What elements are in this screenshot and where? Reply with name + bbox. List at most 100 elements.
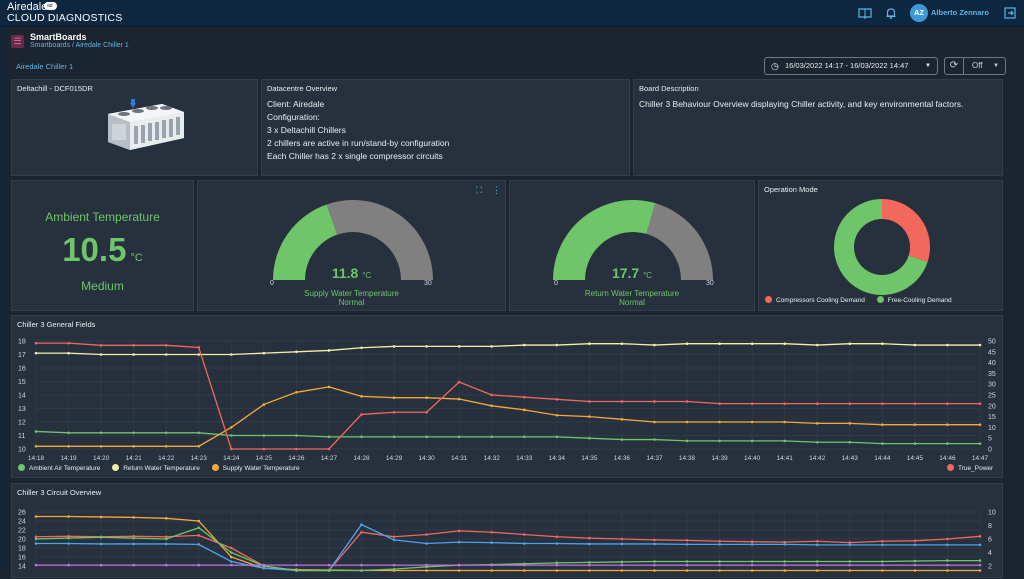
data-point[interactable] xyxy=(34,430,38,433)
data-point[interactable] xyxy=(653,569,656,572)
data-point[interactable] xyxy=(99,431,103,435)
data-point[interactable] xyxy=(457,435,461,439)
data-point[interactable] xyxy=(881,543,884,547)
data-point[interactable] xyxy=(555,398,559,401)
data-point[interactable] xyxy=(230,551,233,554)
data-point[interactable] xyxy=(750,402,754,405)
data-point[interactable] xyxy=(946,569,949,572)
data-point[interactable] xyxy=(360,569,363,572)
data-point[interactable] xyxy=(34,537,38,541)
data-point[interactable] xyxy=(848,440,852,444)
data-point[interactable] xyxy=(327,435,331,439)
data-point[interactable] xyxy=(295,434,298,437)
data-point[interactable] xyxy=(425,345,428,348)
data-point[interactable] xyxy=(653,563,656,567)
data-point[interactable] xyxy=(653,420,656,424)
data-point[interactable] xyxy=(34,542,38,545)
data-point[interactable] xyxy=(913,559,917,563)
data-point[interactable] xyxy=(327,349,331,352)
data-point[interactable] xyxy=(425,542,428,545)
data-point[interactable] xyxy=(67,431,70,435)
data-point[interactable] xyxy=(783,563,786,567)
data-point[interactable] xyxy=(685,539,689,542)
data-point[interactable] xyxy=(783,439,786,443)
data-point[interactable] xyxy=(197,445,201,448)
data-point[interactable] xyxy=(132,536,135,540)
data-point[interactable] xyxy=(262,566,266,570)
data-point[interactable] xyxy=(978,343,982,347)
data-point[interactable] xyxy=(392,410,396,414)
data-point[interactable] xyxy=(718,420,721,424)
data-point[interactable] xyxy=(783,420,786,424)
data-point[interactable] xyxy=(685,342,689,345)
data-point[interactable] xyxy=(588,342,591,345)
data-point[interactable] xyxy=(295,563,298,567)
data-point[interactable] xyxy=(67,542,70,545)
data-point[interactable] xyxy=(588,542,591,546)
data-point[interactable] xyxy=(132,516,135,519)
board-name-link[interactable]: Airedale Chiller 1 xyxy=(16,62,73,71)
data-point[interactable] xyxy=(946,543,949,547)
data-point[interactable] xyxy=(718,402,721,405)
data-point[interactable] xyxy=(881,569,884,572)
data-point[interactable] xyxy=(360,523,363,526)
data-point[interactable] xyxy=(555,535,559,539)
data-point[interactable] xyxy=(327,563,331,567)
data-point[interactable] xyxy=(164,537,168,541)
data-point[interactable] xyxy=(881,342,884,345)
data-point[interactable] xyxy=(848,563,852,567)
data-point[interactable] xyxy=(457,540,461,544)
data-point[interactable] xyxy=(457,397,461,401)
data-point[interactable] xyxy=(132,344,135,347)
data-point[interactable] xyxy=(425,533,428,536)
data-point[interactable] xyxy=(913,423,917,426)
series-line[interactable] xyxy=(35,527,980,572)
data-point[interactable] xyxy=(653,438,656,441)
data-point[interactable] xyxy=(425,563,428,567)
data-point[interactable] xyxy=(588,569,591,572)
data-point[interactable] xyxy=(881,539,884,543)
data-point[interactable] xyxy=(327,569,331,572)
data-point[interactable] xyxy=(360,395,363,398)
data-point[interactable] xyxy=(620,569,624,572)
data-point[interactable] xyxy=(946,537,949,541)
data-point[interactable] xyxy=(783,402,786,405)
data-point[interactable] xyxy=(783,540,786,544)
data-point[interactable] xyxy=(978,569,982,572)
data-point[interactable] xyxy=(718,563,721,567)
data-point[interactable] xyxy=(99,535,103,539)
data-point[interactable] xyxy=(555,561,559,565)
data-point[interactable] xyxy=(946,563,949,567)
data-point[interactable] xyxy=(522,569,526,572)
data-point[interactable] xyxy=(685,439,689,443)
data-point[interactable] xyxy=(392,435,396,439)
data-point[interactable] xyxy=(815,543,819,547)
donut-slice-compressors[interactable] xyxy=(882,199,930,262)
data-point[interactable] xyxy=(197,563,201,567)
data-point[interactable] xyxy=(522,408,526,412)
data-point[interactable] xyxy=(132,542,135,546)
data-point[interactable] xyxy=(295,391,298,394)
data-point[interactable] xyxy=(653,400,656,403)
data-point[interactable] xyxy=(913,402,917,405)
data-point[interactable] xyxy=(555,542,559,545)
data-point[interactable] xyxy=(457,345,461,348)
data-point[interactable] xyxy=(946,559,949,562)
data-point[interactable] xyxy=(360,435,363,439)
data-point[interactable] xyxy=(392,535,396,539)
data-point[interactable] xyxy=(750,540,754,543)
data-point[interactable] xyxy=(230,447,233,451)
data-point[interactable] xyxy=(815,422,819,425)
data-point[interactable] xyxy=(913,563,917,567)
data-point[interactable] xyxy=(555,435,559,439)
data-point[interactable] xyxy=(164,563,168,567)
legend-item[interactable]: Supply Water Temperature xyxy=(211,464,300,472)
data-point[interactable] xyxy=(653,343,656,347)
series-line[interactable] xyxy=(36,343,980,356)
legend-item[interactable]: Compressors Cooling Demand xyxy=(765,296,865,304)
data-point[interactable] xyxy=(490,393,494,397)
data-point[interactable] xyxy=(99,542,103,546)
legend-item[interactable]: Return Water Temperature xyxy=(112,464,200,472)
data-point[interactable] xyxy=(881,442,884,445)
data-point[interactable] xyxy=(360,530,363,534)
